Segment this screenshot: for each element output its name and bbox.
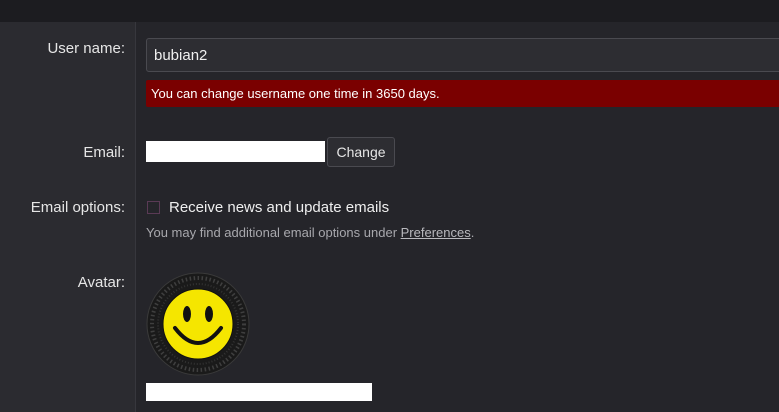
avatar-label: Avatar: [77, 274, 125, 291]
news-checkbox[interactable] [147, 201, 160, 214]
avatar[interactable] [146, 272, 250, 376]
label-column [0, 22, 135, 412]
email-label: Email: [83, 144, 125, 161]
smiley-face-icon [146, 272, 250, 376]
top-bar [0, 0, 779, 22]
username-input[interactable] [146, 38, 779, 72]
news-checkbox-label[interactable]: Receive news and update emails [169, 199, 389, 216]
email-field[interactable] [146, 141, 325, 162]
username-error-message: You can change username one time in 3650… [146, 80, 779, 107]
avatar-upload-field[interactable] [146, 383, 372, 401]
column-divider [135, 22, 136, 412]
email-options-label: Email options: [30, 199, 125, 216]
change-email-button[interactable]: Change [327, 137, 395, 167]
email-options-hint: You may find additional email options un… [146, 225, 474, 240]
hint-prefix: You may find additional email options un… [146, 225, 401, 240]
hint-suffix: . [470, 225, 475, 240]
preferences-link[interactable]: Preferences [401, 225, 471, 240]
username-label: User name: [47, 40, 125, 57]
